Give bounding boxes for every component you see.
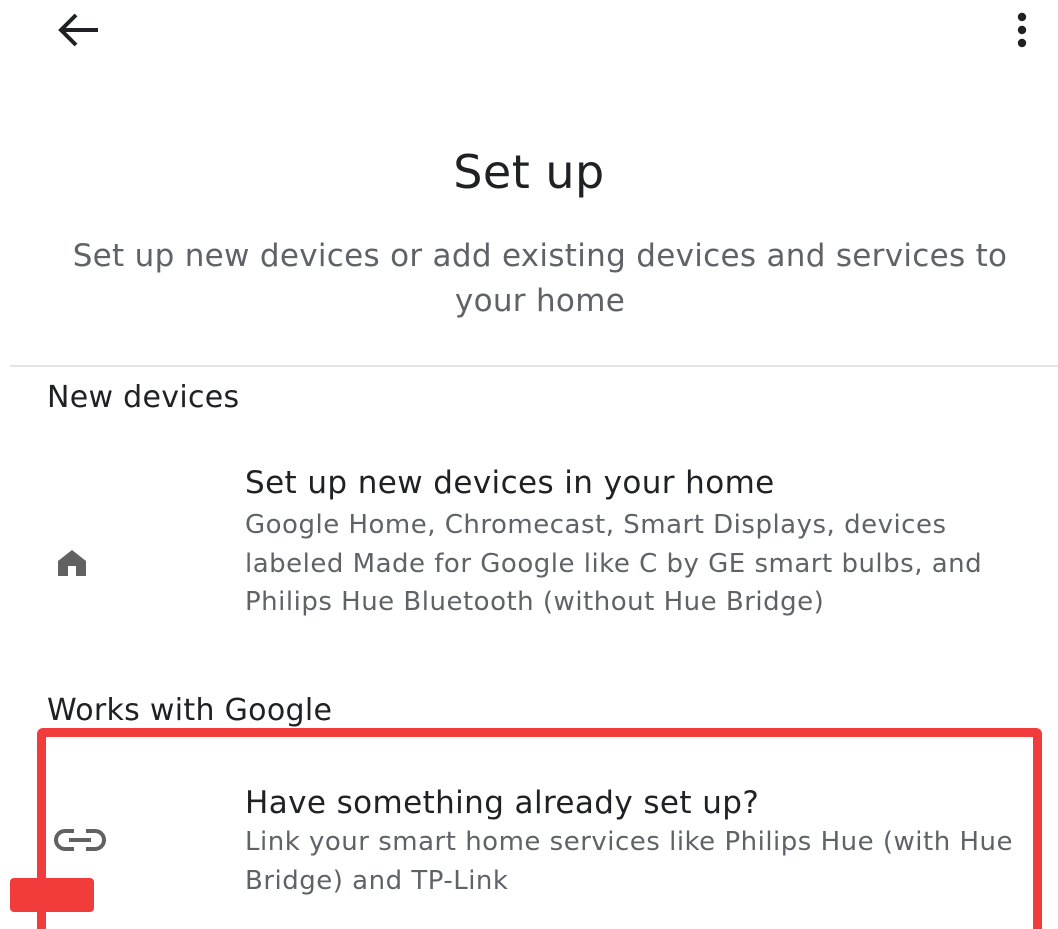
setup-new-devices-title: Set up new devices in your home — [245, 465, 775, 501]
divider — [10, 365, 1058, 367]
back-button[interactable] — [48, 8, 108, 52]
home-icon — [50, 540, 94, 584]
setup-new-devices-description: Google Home, Chromecast, Smart Displays,… — [245, 510, 983, 617]
page-subtitle: Set up new devices or add existing devic… — [72, 238, 1008, 319]
section-header-works-with-google: Works with Google — [47, 693, 333, 728]
more-options-button[interactable] — [1000, 8, 1044, 52]
setup-screen: Set up Set up new devices or add existin… — [0, 0, 1058, 929]
highlight-box — [37, 728, 1042, 929]
more-vert-icon — [1017, 12, 1027, 48]
section-header-new-devices: New devices — [47, 380, 240, 415]
page-title: Set up — [453, 145, 605, 199]
arrow-back-icon — [58, 13, 98, 47]
highlight-tab — [10, 878, 94, 912]
